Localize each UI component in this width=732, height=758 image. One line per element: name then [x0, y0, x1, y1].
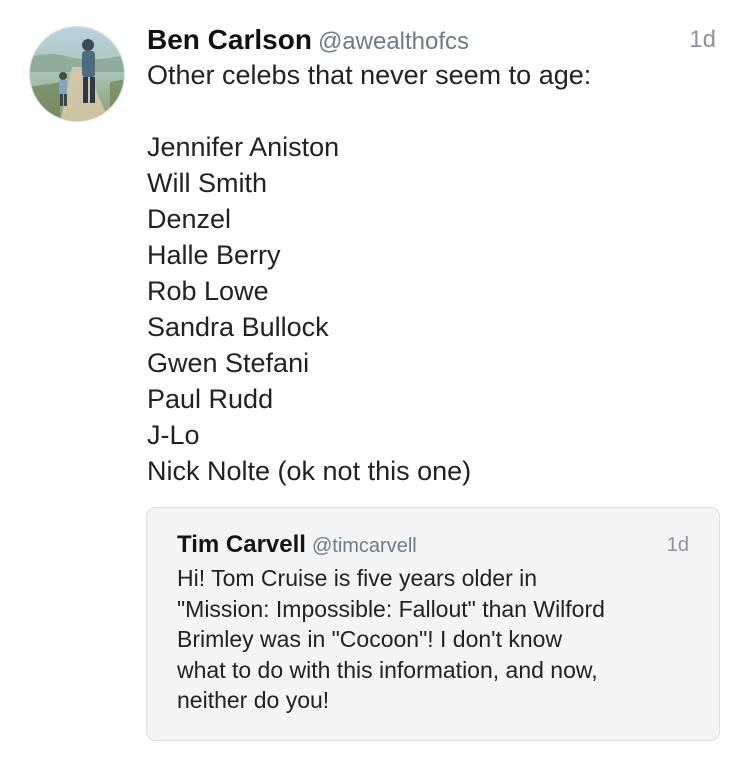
- quoted-display-name: Tim Carvell: [177, 531, 306, 558]
- quoted-line: neither do you!: [177, 687, 330, 713]
- quoted-line: Hi! Tom Cruise is five years older in: [177, 565, 538, 591]
- quoted-tweet-header: Tim Carvell @timcarvell: [177, 530, 417, 563]
- tweet-line: Gwen Stefani: [147, 348, 310, 378]
- display-name[interactable]: Ben Carlson: [147, 24, 312, 55]
- tweet-line: Other celebs that never seem to age:: [147, 60, 592, 90]
- quoted-line: "Mission: Impossible: Fallout" than Wilf…: [177, 595, 605, 622]
- tweet-line: Paul Rudd: [147, 384, 274, 414]
- quoted-line: what to do with this information, and no…: [177, 656, 598, 683]
- tweet-line: Sandra Bullock: [147, 312, 329, 342]
- tweet-line: Denzel: [147, 204, 232, 234]
- quoted-user-handle: @timcarvell: [311, 535, 417, 557]
- quoted-tweet-card[interactable]: Tim Carvell @timcarvell 1d Hi! Tom Cruise…: [146, 507, 720, 741]
- profile-photo-icon: [30, 27, 124, 121]
- avatar[interactable]: [29, 26, 125, 122]
- tweet-line: Will Smith: [147, 168, 267, 198]
- tweet-line: Halle Berry: [147, 240, 281, 270]
- quoted-tweet-text: Hi! Tom Cruise is five years older in "M…: [177, 563, 697, 716]
- quoted-timestamp: 1d: [666, 534, 689, 556]
- user-handle[interactable]: @awealthofcs: [318, 28, 469, 55]
- tweet-line: Rob Lowe: [147, 276, 269, 306]
- quoted-line: Brimley was in "Cocoon"! I don't know: [177, 626, 563, 652]
- tweet-line: Jennifer Aniston: [147, 132, 340, 162]
- tweet-line: J-Lo: [147, 420, 200, 450]
- tweet-text: Other celebs that never seem to age: Jen…: [147, 57, 707, 489]
- tweet[interactable]: Ben Carlson @awealthofcs 1d Other celebs …: [0, 0, 732, 758]
- timestamp: 1d: [689, 26, 716, 53]
- tweet-line: Nick Nolte (ok not this one): [147, 456, 472, 486]
